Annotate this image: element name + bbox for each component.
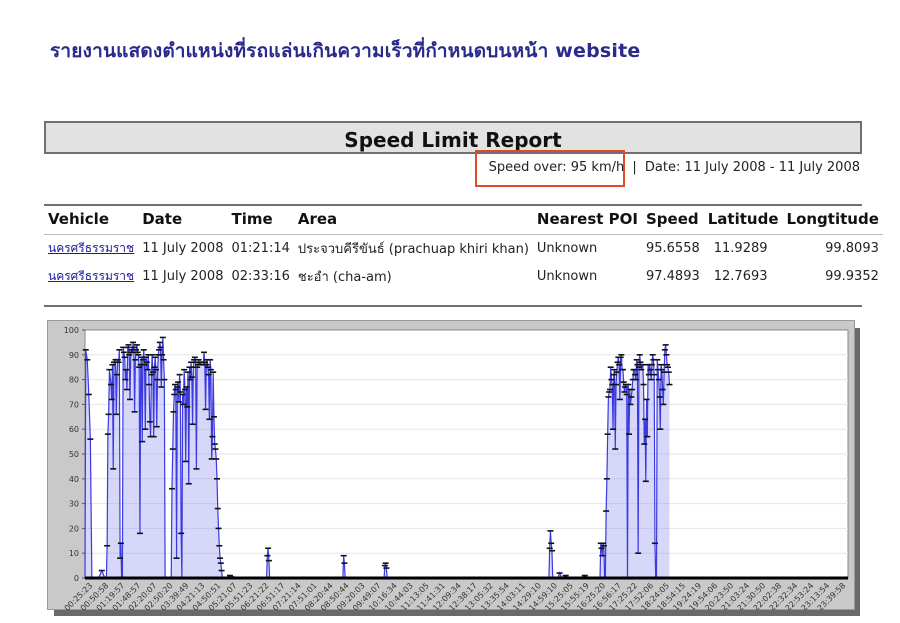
table-bottom-divider bbox=[44, 305, 862, 307]
table-top-divider bbox=[44, 204, 862, 206]
y-tick-label: 80 bbox=[69, 376, 79, 385]
report-title: Speed Limit Report bbox=[344, 128, 562, 152]
cell-area: ประจวบคีรีขันธ์ (prachuap khiri khan) bbox=[297, 242, 529, 257]
column-header-speed: Speed bbox=[645, 210, 699, 228]
speed-chart: 010203040506070809010000:25:2300:50:5801… bbox=[63, 326, 849, 610]
cell-longitude: 99.9352 bbox=[825, 269, 879, 284]
y-tick-label: 90 bbox=[69, 351, 79, 360]
column-header-time: Time bbox=[231, 210, 273, 228]
cell-nearest-poi: Unknown bbox=[536, 241, 598, 256]
y-tick-label: 20 bbox=[69, 524, 79, 533]
y-tick-label: 70 bbox=[69, 400, 79, 409]
cell-latitude: 11.9289 bbox=[713, 241, 768, 256]
vehicle-link[interactable]: นครศรีธรรมราช bbox=[48, 269, 134, 283]
cell-speed: 95.6558 bbox=[645, 241, 700, 256]
column-header-date: Date bbox=[142, 210, 183, 228]
column-header-nearest-poi: Nearest POI bbox=[536, 210, 638, 228]
table-row: นครศรีธรรมราช 11 July 2008 02:33:16 ชะอำ… bbox=[44, 263, 883, 291]
speed-over-highlight-box bbox=[475, 150, 625, 187]
y-tick-label: 0 bbox=[74, 574, 79, 583]
vehicle-link[interactable]: นครศรีธรรมราช bbox=[48, 241, 134, 255]
cell-area: ชะอำ (cha-am) bbox=[297, 270, 392, 285]
speed-report-table: Vehicle Date Time Area Nearest POI Speed… bbox=[44, 208, 883, 291]
column-header-longitude: Longtitude bbox=[786, 210, 879, 228]
cell-date: 11 July 2008 bbox=[142, 269, 224, 284]
y-tick-label: 50 bbox=[69, 450, 79, 459]
table-row: นครศรีธรรมราช 11 July 2008 01:21:14 ประจ… bbox=[44, 234, 883, 264]
date-range-label: Date: 11 July 2008 - 11 July 2008 bbox=[644, 160, 860, 175]
cell-speed: 97.4893 bbox=[645, 269, 700, 284]
cell-time: 01:21:14 bbox=[231, 241, 290, 256]
y-tick-label: 100 bbox=[64, 326, 79, 335]
cell-nearest-poi: Unknown bbox=[536, 269, 598, 284]
cell-longitude: 99.8093 bbox=[825, 241, 879, 256]
column-header-area: Area bbox=[297, 210, 338, 228]
cell-date: 11 July 2008 bbox=[142, 241, 224, 256]
y-tick-label: 60 bbox=[69, 425, 79, 434]
table-header-row: Vehicle Date Time Area Nearest POI Speed… bbox=[44, 208, 883, 235]
y-tick-label: 40 bbox=[69, 475, 79, 484]
meta-separator: | bbox=[632, 160, 637, 175]
cell-time: 02:33:16 bbox=[231, 269, 290, 284]
y-tick-label: 10 bbox=[69, 549, 79, 558]
y-tick-label: 30 bbox=[69, 500, 79, 509]
report-title-bar: Speed Limit Report bbox=[44, 121, 862, 154]
cell-latitude: 12.7693 bbox=[713, 269, 768, 284]
column-header-latitude: Latitude bbox=[707, 210, 779, 228]
column-header-vehicle: Vehicle bbox=[48, 210, 109, 228]
page-heading: รายงานแสดงตำแหน่งที่รถแล่นเกินความเร็วที… bbox=[50, 40, 641, 62]
